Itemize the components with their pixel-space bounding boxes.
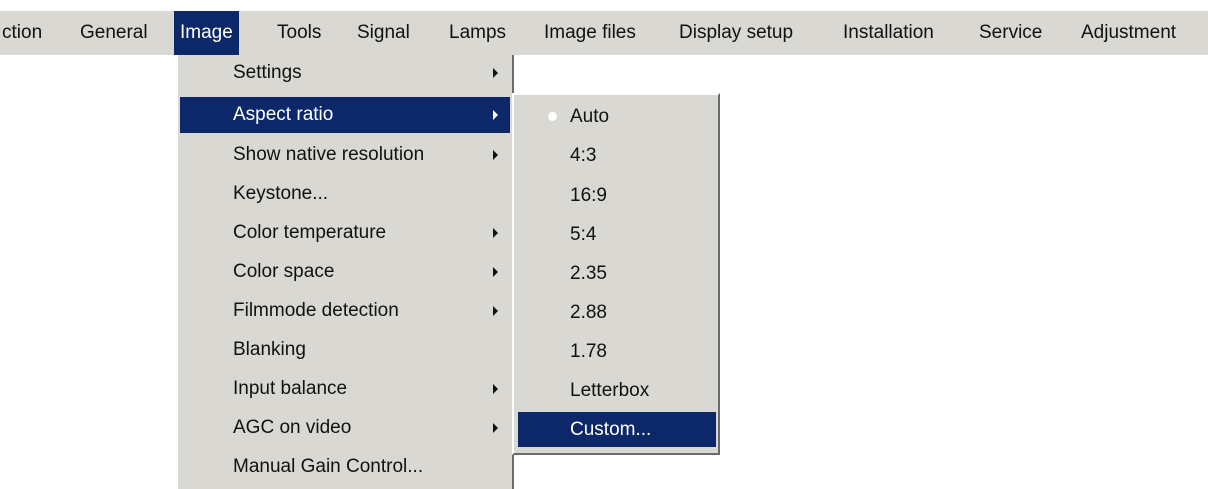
menu-item-color-space[interactable]: Color space — [180, 254, 510, 290]
menubar-item-tools[interactable]: Tools — [277, 11, 321, 55]
menu-item-label: Color space — [233, 261, 335, 282]
submenu-item-2-88[interactable]: 2.88 — [518, 295, 716, 330]
menubar-item-partial[interactable]: ction — [2, 11, 42, 55]
menubar-item-service[interactable]: Service — [979, 11, 1042, 55]
submenu-arrow-icon — [493, 267, 498, 277]
submenu-item-1-78[interactable]: 1.78 — [518, 334, 716, 369]
submenu-arrow-icon — [493, 384, 498, 394]
menu-item-keystone[interactable]: Keystone... — [180, 176, 510, 212]
menu-item-label: Filmmode detection — [233, 300, 399, 321]
submenu-item-auto[interactable]: Auto — [518, 99, 716, 134]
submenu-item-label: 1.78 — [570, 341, 607, 362]
submenu-item-2-35[interactable]: 2.35 — [518, 256, 716, 291]
submenu-item-custom[interactable]: Custom... — [518, 412, 716, 447]
menu-item-label: Input balance — [233, 378, 348, 399]
submenu-arrow-icon — [493, 228, 498, 238]
menubar-item-display-setup[interactable]: Display setup — [679, 11, 793, 55]
menu-item-label: Show native resolution — [233, 144, 425, 165]
menu-item-agc-on-video[interactable]: AGC on video — [180, 410, 510, 446]
image-dropdown-menu: Settings Aspect ratio Show native resolu… — [176, 55, 514, 489]
submenu-item-label: 4:3 — [570, 145, 597, 166]
aspect-ratio-submenu: Auto 4:3 16:9 5:4 2.35 2.88 1.78 Letterb… — [512, 93, 720, 455]
menu-item-input-balance[interactable]: Input balance — [180, 371, 510, 407]
menu-item-label: Settings — [233, 62, 302, 83]
radio-dot-icon — [548, 112, 557, 121]
menu-item-label: AGC on video — [233, 417, 352, 438]
menu-item-label: Color temperature — [233, 222, 387, 243]
menubar-item-image[interactable]: Image — [174, 11, 239, 55]
menu-item-blanking[interactable]: Blanking — [180, 332, 510, 368]
submenu-item-label: 2.88 — [570, 302, 607, 323]
submenu-arrow-icon — [493, 423, 498, 433]
submenu-item-label: 16:9 — [570, 185, 607, 206]
menu-bar: ction General Image Tools Signal Lamps I… — [0, 11, 1208, 55]
submenu-item-letterbox[interactable]: Letterbox — [518, 373, 716, 408]
submenu-item-5-4[interactable]: 5:4 — [518, 217, 716, 252]
menu-item-show-native-resolution[interactable]: Show native resolution — [180, 137, 510, 173]
menubar-item-signal[interactable]: Signal — [357, 11, 410, 55]
menu-item-label: Aspect ratio — [233, 104, 334, 125]
menubar-item-installation[interactable]: Installation — [843, 11, 934, 55]
menubar-item-adjustment[interactable]: Adjustment — [1081, 11, 1176, 55]
menubar-item-image-files[interactable]: Image files — [544, 11, 636, 55]
submenu-item-label: Auto — [570, 106, 610, 127]
menubar-item-general[interactable]: General — [80, 11, 148, 55]
submenu-item-label: Custom... — [570, 419, 652, 440]
submenu-item-16-9[interactable]: 16:9 — [518, 178, 716, 213]
menu-item-aspect-ratio[interactable]: Aspect ratio — [180, 97, 510, 133]
menu-item-label: Keystone... — [233, 183, 329, 204]
menu-item-label: Blanking — [233, 339, 306, 360]
submenu-item-label: Letterbox — [570, 380, 650, 401]
menu-item-manual-gain-control[interactable]: Manual Gain Control... — [180, 449, 510, 485]
submenu-item-4-3[interactable]: 4:3 — [518, 138, 716, 173]
menu-item-color-temperature[interactable]: Color temperature — [180, 215, 510, 251]
submenu-item-label: 5:4 — [570, 224, 597, 245]
menubar-item-lamps[interactable]: Lamps — [449, 11, 506, 55]
menu-item-filmmode-detection[interactable]: Filmmode detection — [180, 293, 510, 329]
submenu-arrow-icon — [493, 110, 498, 120]
submenu-arrow-icon — [493, 306, 498, 316]
menu-item-settings[interactable]: Settings — [180, 55, 510, 91]
submenu-arrow-icon — [493, 150, 498, 160]
submenu-item-label: 2.35 — [570, 263, 607, 284]
submenu-arrow-icon — [493, 68, 498, 78]
menu-item-label: Manual Gain Control... — [233, 456, 424, 477]
